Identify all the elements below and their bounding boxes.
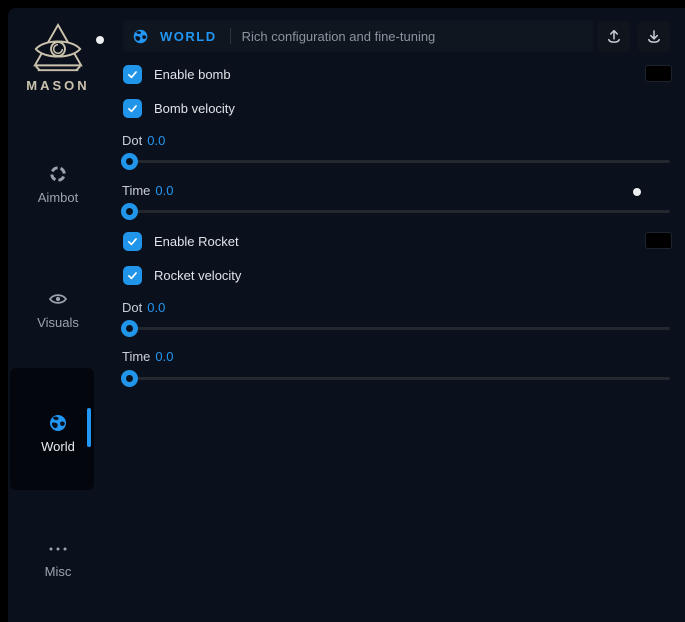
slider-dot-track[interactable] <box>121 160 670 163</box>
checkbox-enable-bomb[interactable]: Enable bomb <box>123 65 231 84</box>
checkbox-bomb-velocity[interactable]: Bomb velocity <box>123 99 235 118</box>
checkbox-checked-icon <box>123 65 142 84</box>
export-config-button[interactable] <box>598 21 630 52</box>
download-icon <box>645 28 663 46</box>
slider-name: Time <box>122 349 150 364</box>
slider-name: Time <box>122 183 150 198</box>
page-header: WORLD Rich configuration and fine-tuning <box>123 20 593 52</box>
slider-dot-handle[interactable] <box>121 320 138 337</box>
slider-dot-track[interactable] <box>121 327 670 330</box>
slider-name: Dot <box>122 300 142 315</box>
checkbox-checked-icon <box>123 99 142 118</box>
app-window <box>8 8 685 622</box>
sidebar: MASON Aimbot Visuals <box>8 8 108 622</box>
cursor-dot <box>633 188 641 196</box>
sidebar-item-label: World <box>8 439 108 454</box>
crosshair-icon <box>8 164 108 186</box>
checkbox-label: Enable bomb <box>154 67 231 82</box>
logo-title: MASON <box>8 78 108 93</box>
slider-value: 0.0 <box>147 133 165 148</box>
ellipsis-icon <box>8 538 108 560</box>
checkbox-label: Rocket velocity <box>154 268 241 283</box>
sidebar-item-visuals[interactable]: Visuals <box>8 289 108 330</box>
slider-label-dot: Dot 0.0 <box>122 300 165 315</box>
checkbox-rocket-velocity[interactable]: Rocket velocity <box>123 266 241 285</box>
sidebar-item-world[interactable]: World <box>8 413 108 454</box>
mason-eye-triangle-icon <box>29 22 87 76</box>
slider-label-time: Time 0.0 <box>122 183 173 198</box>
header-divider <box>230 28 231 44</box>
bomb-color-swatch[interactable] <box>645 65 672 82</box>
slider-value: 0.0 <box>155 183 173 198</box>
slider-label-dot: Dot 0.0 <box>122 133 165 148</box>
sidebar-item-label: Misc <box>8 564 108 579</box>
cursor-dot <box>96 36 104 44</box>
logo: MASON <box>8 22 108 93</box>
slider-label-time: Time 0.0 <box>122 349 173 364</box>
slider-value: 0.0 <box>155 349 173 364</box>
slider-dot-handle[interactable] <box>121 153 138 170</box>
sidebar-item-label: Aimbot <box>8 190 108 205</box>
sidebar-item-label: Visuals <box>8 315 108 330</box>
sidebar-item-misc[interactable]: Misc <box>8 538 108 579</box>
page-title: WORLD <box>160 29 217 44</box>
upload-icon <box>605 28 623 46</box>
sidebar-item-aimbot[interactable]: Aimbot <box>8 164 108 205</box>
globe-icon <box>8 413 108 435</box>
slider-value: 0.0 <box>147 300 165 315</box>
checkbox-label: Enable Rocket <box>154 234 239 249</box>
checkbox-checked-icon <box>123 232 142 251</box>
slider-time-handle[interactable] <box>121 370 138 387</box>
page-subtitle: Rich configuration and fine-tuning <box>242 29 436 44</box>
slider-time-track[interactable] <box>121 210 670 213</box>
slider-name: Dot <box>122 133 142 148</box>
slider-time-handle[interactable] <box>121 203 138 220</box>
globe-icon <box>132 28 149 45</box>
eye-icon <box>8 289 108 311</box>
slider-time-track[interactable] <box>121 377 670 380</box>
checkbox-label: Bomb velocity <box>154 101 235 116</box>
checkbox-enable-rocket[interactable]: Enable Rocket <box>123 232 239 251</box>
rocket-color-swatch[interactable] <box>645 232 672 249</box>
checkbox-checked-icon <box>123 266 142 285</box>
import-config-button[interactable] <box>638 21 670 52</box>
screen: MASON Aimbot Visuals <box>0 0 685 622</box>
